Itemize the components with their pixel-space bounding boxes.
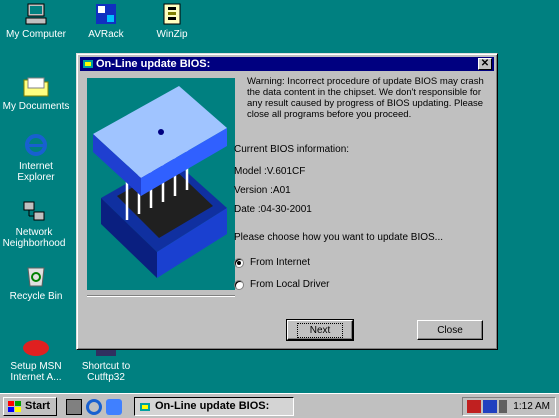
icon-label: Setup MSN Internet A...: [10, 361, 62, 383]
start-label: Start: [25, 400, 51, 412]
icon-label: Shortcut to Cutftp32: [81, 361, 131, 383]
clock: 1:12 AM: [513, 401, 550, 412]
bios-version: Version :A01: [234, 185, 291, 196]
msn-icon: [23, 340, 49, 356]
windows-logo-icon: [8, 401, 21, 412]
taskbar-item-bios-update[interactable]: On-Line update BIOS:: [134, 397, 294, 416]
desktop-icon-setup-msn[interactable]: Setup MSN Internet A...: [2, 338, 70, 383]
tray-app-icon[interactable]: [467, 400, 481, 413]
close-icon[interactable]: ✕: [478, 58, 492, 70]
network-icon: [23, 201, 45, 221]
divider: [87, 295, 235, 297]
radio-button-selected[interactable]: [234, 257, 244, 268]
option-from-local-driver[interactable]: From Local Driver: [234, 279, 329, 290]
desktop-icon-my-computer[interactable]: My Computer: [2, 2, 70, 40]
task-label: On-Line update BIOS:: [155, 400, 270, 412]
icon-label: My Computer: [5, 29, 66, 40]
tray-monitor-icon[interactable]: [483, 400, 497, 413]
chip-icon: [93, 86, 227, 278]
desktop-icon-internet-explorer[interactable]: Internet Explorer: [2, 132, 70, 183]
next-label: Next: [296, 322, 344, 338]
folder-icon: [23, 77, 49, 97]
icon-label: Network Neighborhood: [2, 227, 66, 249]
option-from-internet[interactable]: From Internet: [234, 257, 310, 268]
option-label: From Internet: [250, 257, 311, 268]
desktop-icon-recycle-bin[interactable]: Recycle Bin: [2, 264, 70, 302]
icon-label: WinZip: [156, 29, 188, 40]
bios-info-header: Current BIOS information:: [234, 144, 350, 155]
volume-icon[interactable]: [499, 400, 507, 413]
warning-text: Warning: Incorrect procedure of update B…: [247, 76, 484, 120]
start-button[interactable]: Start: [3, 397, 57, 416]
desktop-icon-winzip[interactable]: WinZip: [138, 2, 206, 40]
bios-model: Model :V.601CF: [234, 166, 306, 177]
next-button[interactable]: Next: [286, 319, 354, 341]
dialog-titlebar[interactable]: On-Line update BIOS: ✕: [80, 57, 494, 71]
show-desktop-icon[interactable]: [66, 399, 82, 415]
icon-label: My Documents: [2, 101, 70, 112]
radio-button[interactable]: [234, 279, 244, 290]
update-prompt: Please choose how you want to update BIO…: [234, 232, 444, 243]
bios-date: Date :04-30-2001: [234, 204, 312, 215]
desktop-icon-my-documents[interactable]: My Documents: [2, 74, 70, 112]
recycle-bin-icon: [27, 267, 45, 287]
outlook-express-icon[interactable]: [106, 399, 122, 415]
chip-illustration: [87, 78, 235, 290]
icon-label: AVRack: [88, 29, 124, 40]
app-icon: [83, 60, 93, 68]
taskbar: Start On-Line update BIOS: 1:12 AM: [0, 393, 559, 418]
internet-explorer-icon[interactable]: [86, 399, 102, 415]
app-icon: [140, 403, 150, 411]
bios-update-dialog: On-Line update BIOS: ✕ Warning: Incorrec…: [76, 53, 498, 350]
dialog-title: On-Line update BIOS:: [96, 58, 211, 70]
desktop-icon-network-neighborhood[interactable]: Network Neighborhood: [0, 200, 68, 249]
desktop-icon-avrack[interactable]: AVRack: [72, 2, 140, 40]
icon-label: Internet Explorer: [17, 161, 55, 183]
option-label: From Local Driver: [250, 279, 330, 290]
internet-explorer-icon: [25, 134, 47, 156]
winzip-icon: [163, 3, 181, 25]
avrack-icon: [96, 4, 116, 24]
system-tray: 1:12 AM: [462, 397, 556, 416]
close-button[interactable]: Close: [417, 320, 483, 340]
icon-label: Recycle Bin: [9, 291, 63, 302]
quick-launch: [66, 399, 122, 415]
my-computer-icon: [25, 3, 47, 25]
